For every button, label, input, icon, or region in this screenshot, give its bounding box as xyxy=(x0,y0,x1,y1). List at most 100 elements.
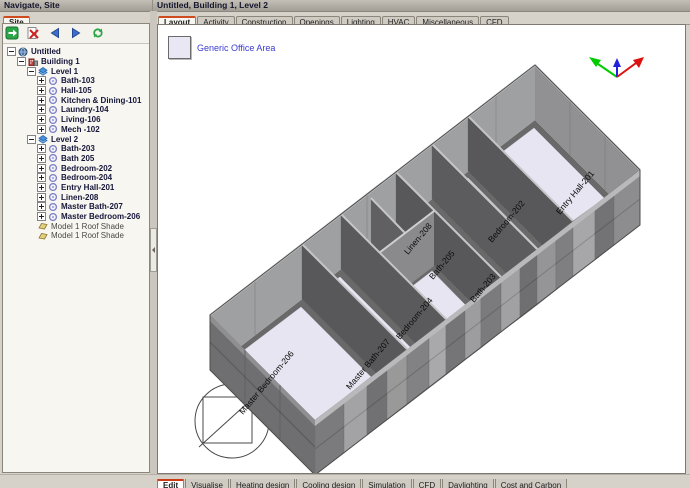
zone-icon xyxy=(48,192,58,202)
site-tree: UntitledBuilding 1Level 1Bath-103Hall-10… xyxy=(3,44,149,241)
zone-icon xyxy=(48,95,58,105)
tree-item-label: Mech -102 xyxy=(61,125,100,134)
tree-item-label: Linen-208 xyxy=(61,193,98,202)
tree-item-label: Bath 205 xyxy=(61,154,94,163)
expand-icon[interactable] xyxy=(37,96,46,105)
tree-item-level-2[interactable]: Level 2 xyxy=(5,134,149,144)
building-icon xyxy=(28,57,38,67)
collapse-icon[interactable] xyxy=(17,57,26,66)
collapse-icon[interactable] xyxy=(7,47,16,56)
expand-icon[interactable] xyxy=(37,115,46,124)
navigator-panel: UntitledBuilding 1Level 1Bath-103Hall-10… xyxy=(2,23,150,473)
tree-item-hall-105[interactable]: Hall-105 xyxy=(5,86,149,96)
expand-icon[interactable] xyxy=(37,76,46,85)
zone-icon xyxy=(48,154,58,164)
tree-item-label: Living-106 xyxy=(61,115,101,124)
building-geometry xyxy=(210,65,640,473)
tree-item-model-1-roof-shade[interactable]: Model 1 Roof Shade xyxy=(5,231,149,241)
legend: Generic Office Area xyxy=(168,36,275,59)
zone-icon xyxy=(48,173,58,183)
tree-item-label: Level 2 xyxy=(51,135,78,144)
tree-item-living-106[interactable]: Living-106 xyxy=(5,115,149,125)
expand-icon[interactable] xyxy=(37,154,46,163)
expand-icon[interactable] xyxy=(37,212,46,221)
tree-item-linen-208[interactable]: Linen-208 xyxy=(5,192,149,202)
tree-item-label: Master Bedroom-206 xyxy=(61,212,140,221)
collapse-icon[interactable] xyxy=(27,67,36,76)
splitter-collapse-handle[interactable] xyxy=(150,228,157,272)
zone-icon xyxy=(48,76,58,86)
application-window: Navigate, Site Untitled, Building 1, Lev… xyxy=(0,0,690,488)
model-edit-canvas[interactable]: Master Bedroom-206 Master Bath-207 Bedro… xyxy=(157,24,686,474)
expand-icon[interactable] xyxy=(37,202,46,211)
screen-tab-daylighting[interactable]: Daylighting xyxy=(442,479,494,488)
expand-icon[interactable] xyxy=(37,144,46,153)
tree-item-label: Bedroom-204 xyxy=(61,173,112,182)
tree-item-label: Level 1 xyxy=(51,67,78,76)
zone-icon xyxy=(48,212,58,222)
zone-icon xyxy=(48,125,58,135)
tree-item-building-1[interactable]: Building 1 xyxy=(5,57,149,67)
tree-item-untitled[interactable]: Untitled xyxy=(5,47,149,57)
tree-item-level-1[interactable]: Level 1 xyxy=(5,66,149,76)
screen-tab-heating-design[interactable]: Heating design xyxy=(230,479,295,488)
panel-splitter[interactable] xyxy=(150,11,157,488)
expand-icon[interactable] xyxy=(37,105,46,114)
tree-item-label: Hall-105 xyxy=(61,86,92,95)
tree-item-label: Model 1 Roof Shade xyxy=(51,231,124,240)
tree-item-master-bedroom-206[interactable]: Master Bedroom-206 xyxy=(5,212,149,222)
shade-icon xyxy=(38,221,48,231)
expand-icon[interactable] xyxy=(37,164,46,173)
tree-item-label: Kitchen & Dining-101 xyxy=(61,96,141,105)
delete-icon[interactable] xyxy=(26,26,40,40)
tree-item-label: Building 1 xyxy=(41,57,80,66)
site-icon xyxy=(18,47,28,57)
tree-item-label: Model 1 Roof Shade xyxy=(51,222,124,231)
zone-icon xyxy=(48,105,58,115)
level-icon xyxy=(38,134,48,144)
expand-icon[interactable] xyxy=(37,86,46,95)
zone-icon xyxy=(48,202,58,212)
tree-indent-spacer xyxy=(27,222,36,231)
screen-tab-visualise[interactable]: Visualise xyxy=(185,479,229,488)
tree-item-bath-203[interactable]: Bath-203 xyxy=(5,144,149,154)
tree-item-bath-103[interactable]: Bath-103 xyxy=(5,76,149,86)
forward-icon[interactable] xyxy=(69,26,83,40)
zone-icon xyxy=(48,115,58,125)
tree-item-label: Entry Hall-201 xyxy=(61,183,114,192)
expand-icon[interactable] xyxy=(37,125,46,134)
screen-tab-simulation[interactable]: Simulation xyxy=(362,479,411,488)
collapse-icon[interactable] xyxy=(27,135,36,144)
tree-item-laundry-104[interactable]: Laundry-104 xyxy=(5,105,149,115)
tree-indent-spacer xyxy=(27,231,36,240)
expand-icon[interactable] xyxy=(37,183,46,192)
tree-item-bath-205[interactable]: Bath 205 xyxy=(5,154,149,164)
model-3d-view[interactable]: Master Bedroom-206 Master Bath-207 Bedro… xyxy=(158,25,685,473)
tree-item-bedroom-204[interactable]: Bedroom-204 xyxy=(5,173,149,183)
go-icon[interactable] xyxy=(5,26,19,40)
tree-item-label: Bath-203 xyxy=(61,144,95,153)
tree-item-label: Bedroom-202 xyxy=(61,164,112,173)
tree-item-mech-102[interactable]: Mech -102 xyxy=(5,125,149,135)
tree-item-entry-hall-201[interactable]: Entry Hall-201 xyxy=(5,183,149,193)
screen-tab-cost-and-carbon[interactable]: Cost and Carbon xyxy=(495,479,567,488)
navigator-toolbar xyxy=(3,24,149,44)
tree-item-label: Untitled xyxy=(31,47,61,56)
expand-icon[interactable] xyxy=(37,173,46,182)
back-icon[interactable] xyxy=(48,26,62,40)
model-data-tabbar: LayoutActivityConstructionOpeningsLighti… xyxy=(158,11,690,25)
tree-item-kitchen-dining-101[interactable]: Kitchen & Dining-101 xyxy=(5,95,149,105)
screen-tab-cooling-design[interactable]: Cooling design xyxy=(296,479,361,488)
tree-item-bedroom-202[interactable]: Bedroom-202 xyxy=(5,163,149,173)
expand-icon[interactable] xyxy=(37,193,46,202)
screen-tab-edit[interactable]: Edit xyxy=(157,479,184,488)
refresh-icon[interactable] xyxy=(91,26,105,40)
zone-icon xyxy=(48,163,58,173)
tree-item-label: Bath-103 xyxy=(61,76,95,85)
zone-icon xyxy=(48,144,58,154)
screen-tab-cfd[interactable]: CFD xyxy=(413,479,441,488)
tree-item-master-bath-207[interactable]: Master Bath-207 xyxy=(5,202,149,212)
screen-tabbar: EditVisualiseHeating designCooling desig… xyxy=(0,474,690,488)
zone-icon xyxy=(48,183,58,193)
tree-item-model-1-roof-shade[interactable]: Model 1 Roof Shade xyxy=(5,221,149,231)
